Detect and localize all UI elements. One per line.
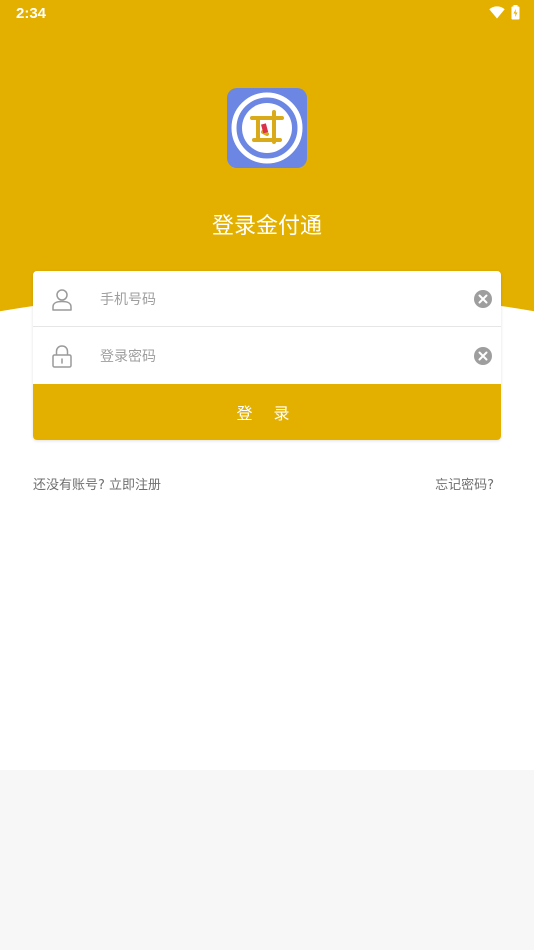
phone-field <box>33 271 501 327</box>
status-icons <box>489 5 520 20</box>
password-input[interactable] <box>100 346 460 368</box>
login-form: 登 录 <box>33 271 501 440</box>
status-time: 2:34 <box>16 5 47 22</box>
login-screen: 2:34 登录金付通 手机号码 登 录 还没有账号? 立即注册 忘记密码? <box>0 0 534 770</box>
page-title: 登录金付通 <box>211 214 322 239</box>
status-bar: 2:34 <box>0 0 534 28</box>
clear-icon[interactable] <box>473 289 493 309</box>
password-field <box>33 328 501 384</box>
lock-icon <box>52 345 72 368</box>
app-logo <box>227 88 307 168</box>
forgot-password-link[interactable]: 忘记密码? <box>435 474 494 493</box>
register-link[interactable]: 还没有账号? 立即注册 <box>33 474 161 493</box>
phone-input[interactable] <box>100 289 460 311</box>
login-button[interactable]: 登 录 <box>33 384 501 440</box>
app-logo-icon <box>231 92 303 164</box>
battery-icon <box>511 5 520 20</box>
clear-icon[interactable] <box>473 346 493 366</box>
wifi-icon <box>489 6 505 19</box>
user-icon <box>52 289 72 311</box>
